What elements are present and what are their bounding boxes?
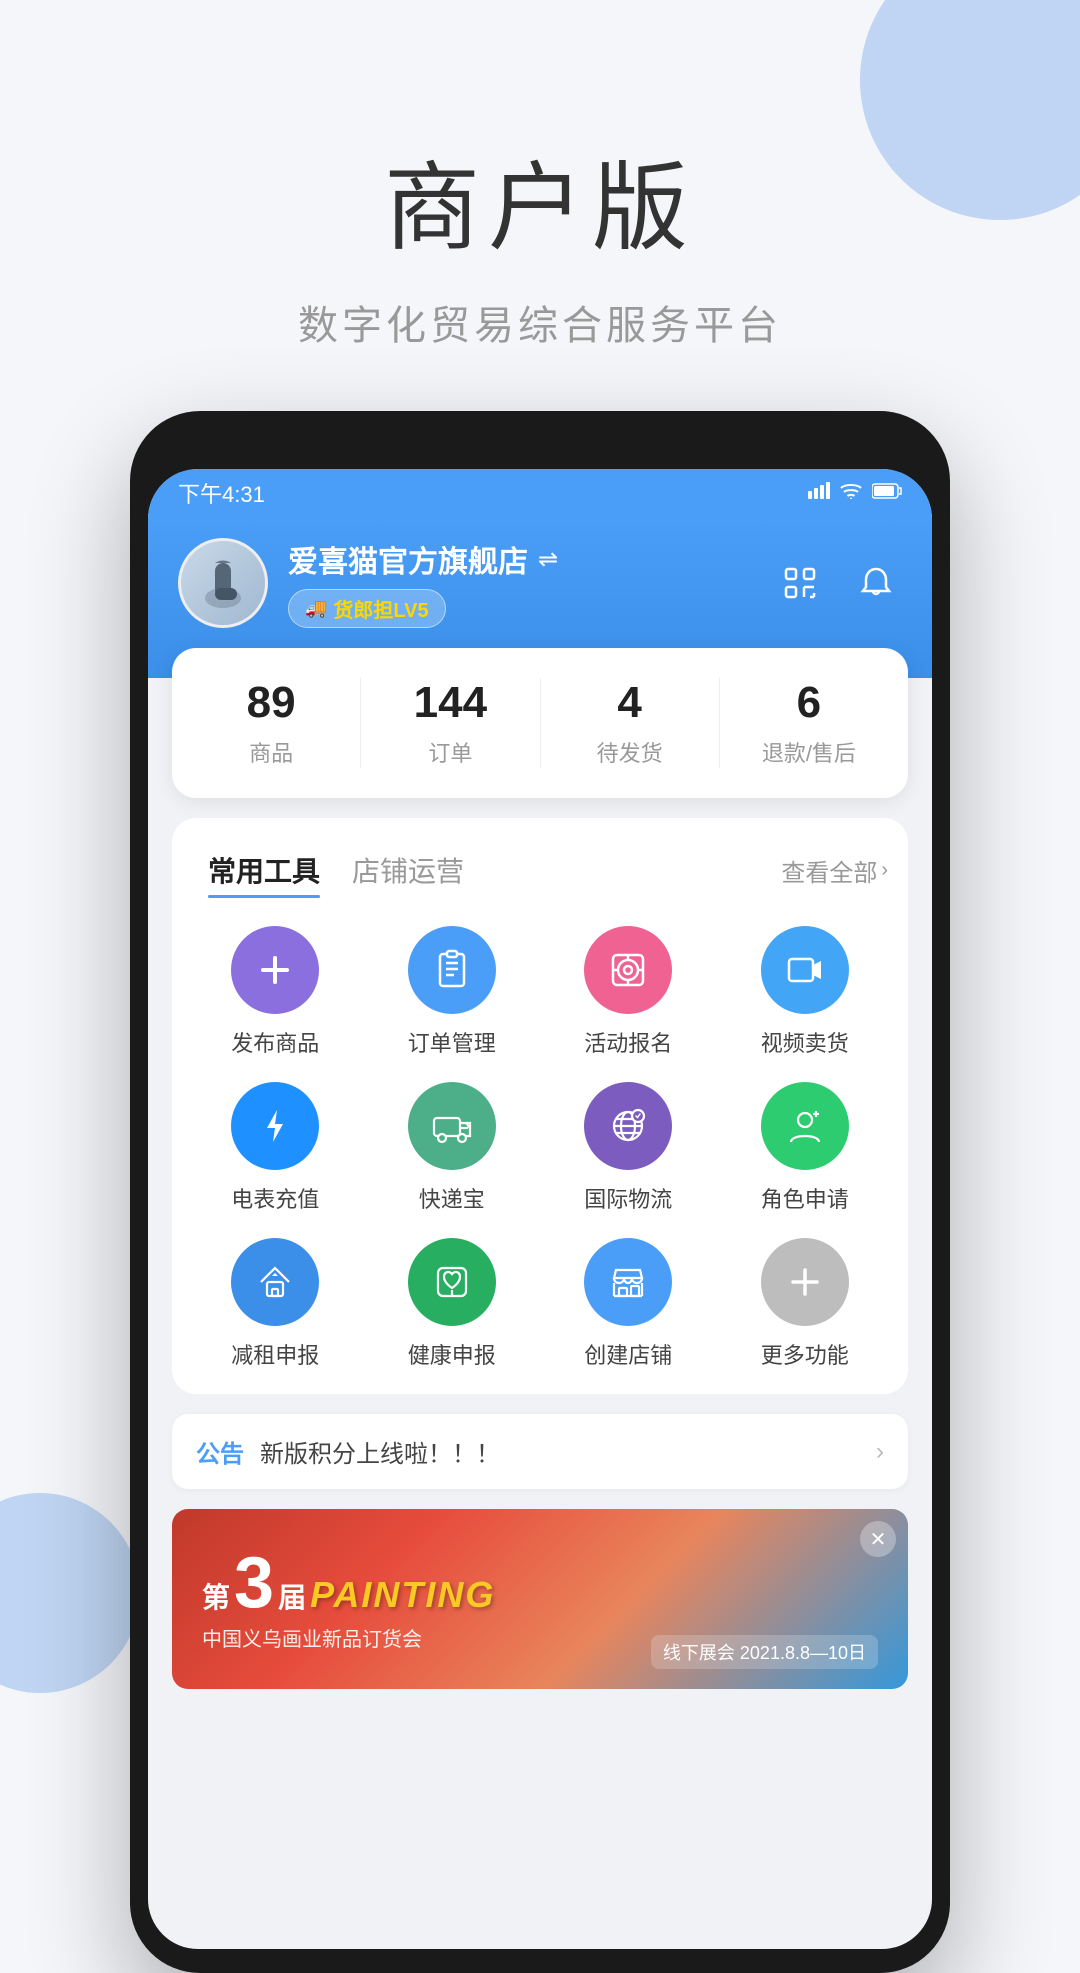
stat-pending-value: 4 bbox=[617, 678, 641, 728]
tool-icon-event bbox=[584, 926, 672, 1014]
tool-icon-store bbox=[584, 1238, 672, 1326]
notice-chevron-icon: › bbox=[876, 1438, 884, 1466]
tools-section: 常用工具 店铺运营 查看全部 › bbox=[172, 818, 908, 1394]
header-section: 商户版 数字化贸易综合服务平台 bbox=[0, 0, 1080, 411]
tool-icon-order bbox=[408, 926, 496, 1014]
banner-num: 3 bbox=[234, 1547, 274, 1619]
banner-di: 第 bbox=[202, 1576, 230, 1616]
tool-health-report[interactable]: 健康申报 bbox=[369, 1238, 536, 1370]
tab-store-operations[interactable]: 店铺运营 bbox=[336, 842, 480, 898]
bell-button[interactable] bbox=[850, 557, 902, 609]
banner-title-row: 第 3 届 PAINTING bbox=[202, 1547, 495, 1619]
tools-tabs: 常用工具 店铺运营 查看全部 › bbox=[192, 842, 888, 898]
stat-orders-value: 144 bbox=[414, 678, 487, 728]
tool-video-sell[interactable]: 视频卖货 bbox=[722, 926, 889, 1058]
tool-icon-role bbox=[761, 1082, 849, 1170]
view-all-button[interactable]: 查看全部 › bbox=[781, 853, 888, 888]
stat-orders[interactable]: 144 订单 bbox=[361, 678, 539, 768]
tool-event-signup[interactable]: 活动报名 bbox=[545, 926, 712, 1058]
store-name-row: 爱喜猫官方旗舰店 ⇌ bbox=[288, 537, 558, 581]
tool-label-rent: 减租申报 bbox=[231, 1338, 319, 1370]
badge-text: 货郎担LV5 bbox=[333, 594, 428, 623]
stats-card: 89 商品 144 订单 4 待发货 6 退款/售后 bbox=[172, 648, 908, 798]
banner-jie: 届 bbox=[278, 1576, 306, 1616]
stat-products-label: 商品 bbox=[249, 736, 293, 768]
status-icons bbox=[808, 481, 902, 505]
badge-icon: 🚚 bbox=[305, 598, 327, 619]
tool-label-health: 健康申报 bbox=[408, 1338, 496, 1370]
tool-label-store: 创建店铺 bbox=[584, 1338, 672, 1370]
tool-more-features[interactable]: 更多功能 bbox=[722, 1238, 889, 1370]
notice-bar[interactable]: 公告 新版积分上线啦！！！ › bbox=[172, 1414, 908, 1489]
phone-notch bbox=[440, 435, 640, 463]
tool-label-more: 更多功能 bbox=[761, 1338, 849, 1370]
tool-icon-publish bbox=[231, 926, 319, 1014]
tool-label-logistics: 国际物流 bbox=[584, 1182, 672, 1214]
tool-icon-more bbox=[761, 1238, 849, 1326]
stat-refund-value: 6 bbox=[797, 678, 821, 728]
notice-tag: 公告 bbox=[196, 1434, 244, 1469]
stat-pending-label: 待发货 bbox=[597, 736, 663, 768]
scan-button[interactable] bbox=[774, 557, 826, 609]
store-left: 爱喜猫官方旗舰店 ⇌ 🚚 货郎担LV5 bbox=[178, 537, 558, 628]
tool-label-electricity: 电表充值 bbox=[231, 1182, 319, 1214]
tool-icon-electricity bbox=[231, 1082, 319, 1170]
tool-icon-express bbox=[408, 1082, 496, 1170]
wifi-icon bbox=[840, 482, 862, 505]
store-details: 爱喜猫官方旗舰店 ⇌ 🚚 货郎担LV5 bbox=[288, 537, 558, 628]
signal-icon bbox=[808, 481, 830, 505]
phone-mockup: 下午4:31 bbox=[130, 411, 950, 1973]
banner-area[interactable]: 第 3 届 PAINTING 中国义乌画业新品订货会 ✕ 线下展会 2021.8… bbox=[172, 1509, 908, 1689]
chevron-right-icon: › bbox=[881, 859, 888, 882]
stat-pending[interactable]: 4 待发货 bbox=[541, 678, 719, 768]
stat-products-value: 89 bbox=[247, 678, 296, 728]
banner-painting: PAINTING bbox=[310, 1574, 495, 1616]
tool-create-store[interactable]: 创建店铺 bbox=[545, 1238, 712, 1370]
tool-publish-product[interactable]: 发布商品 bbox=[192, 926, 359, 1058]
tool-label-express: 快递宝 bbox=[419, 1182, 485, 1214]
banner-close-button[interactable]: ✕ bbox=[860, 1521, 896, 1557]
tool-label-order: 订单管理 bbox=[408, 1026, 496, 1058]
store-name: 爱喜猫官方旗舰店 bbox=[288, 537, 528, 581]
tool-international-logistics[interactable]: 国际物流 bbox=[545, 1082, 712, 1214]
tool-icon-rent bbox=[231, 1238, 319, 1326]
tool-icon-video bbox=[761, 926, 849, 1014]
app-title: 商户版 bbox=[0, 130, 1080, 269]
phone-screen: 下午4:31 bbox=[148, 469, 932, 1949]
tool-express[interactable]: 快递宝 bbox=[369, 1082, 536, 1214]
tool-label-role: 角色申请 bbox=[761, 1182, 849, 1214]
avatar-image bbox=[181, 541, 265, 625]
store-info: 爱喜猫官方旗舰店 ⇌ 🚚 货郎担LV5 bbox=[178, 537, 902, 628]
store-badge: 🚚 货郎担LV5 bbox=[288, 589, 446, 628]
tab-common-tools[interactable]: 常用工具 bbox=[192, 842, 336, 898]
view-all-label: 查看全部 bbox=[781, 853, 877, 888]
stat-refund-label: 退款/售后 bbox=[762, 736, 856, 768]
phone-container: 下午4:31 bbox=[0, 411, 1080, 1973]
battery-icon bbox=[872, 482, 902, 505]
stat-refund[interactable]: 6 退款/售后 bbox=[720, 678, 898, 768]
app-subtitle: 数字化贸易综合服务平台 bbox=[0, 293, 1080, 351]
banner-date-tag: 线下展会 2021.8.8—10日 bbox=[651, 1635, 878, 1669]
tool-role-apply[interactable]: 角色申请 bbox=[722, 1082, 889, 1214]
tool-rent-reduction[interactable]: 减租申报 bbox=[192, 1238, 359, 1370]
tool-grid: 发布商品 订单管理 bbox=[192, 926, 888, 1370]
stat-orders-label: 订单 bbox=[428, 736, 472, 768]
tool-order-management[interactable]: 订单管理 bbox=[369, 926, 536, 1058]
status-bar: 下午4:31 bbox=[148, 469, 932, 517]
tool-electricity[interactable]: 电表充值 bbox=[192, 1082, 359, 1214]
tool-icon-logistics bbox=[584, 1082, 672, 1170]
tool-label-publish: 发布商品 bbox=[231, 1026, 319, 1058]
stat-products[interactable]: 89 商品 bbox=[182, 678, 360, 768]
avatar bbox=[178, 538, 268, 628]
tool-label-event: 活动报名 bbox=[584, 1026, 672, 1058]
tool-label-video: 视频卖货 bbox=[761, 1026, 849, 1058]
notice-text: 新版积分上线啦！！！ bbox=[260, 1434, 860, 1469]
status-time: 下午4:31 bbox=[178, 477, 265, 509]
store-right-icons bbox=[774, 557, 902, 609]
tool-icon-health bbox=[408, 1238, 496, 1326]
switch-icon[interactable]: ⇌ bbox=[538, 545, 558, 574]
banner-subtitle: 中国义乌画业新品订货会 bbox=[202, 1623, 422, 1652]
